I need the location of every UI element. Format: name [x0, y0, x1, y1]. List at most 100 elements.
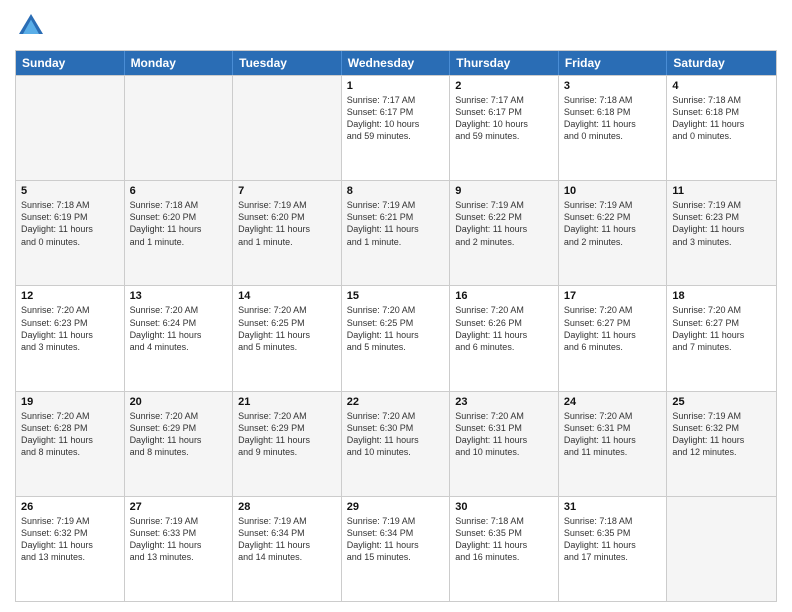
day-info: Sunrise: 7:20 AM Sunset: 6:27 PM Dayligh… — [564, 304, 662, 353]
day-info: Sunrise: 7:19 AM Sunset: 6:33 PM Dayligh… — [130, 515, 228, 564]
day-info: Sunrise: 7:20 AM Sunset: 6:31 PM Dayligh… — [564, 410, 662, 459]
calendar-day: 18Sunrise: 7:20 AM Sunset: 6:27 PM Dayli… — [667, 286, 776, 390]
day-number: 24 — [564, 396, 662, 408]
day-info: Sunrise: 7:19 AM Sunset: 6:34 PM Dayligh… — [238, 515, 336, 564]
day-info: Sunrise: 7:18 AM Sunset: 6:18 PM Dayligh… — [672, 94, 771, 143]
day-number: 7 — [238, 185, 336, 197]
day-number: 1 — [347, 80, 445, 92]
day-info: Sunrise: 7:19 AM Sunset: 6:23 PM Dayligh… — [672, 199, 771, 248]
calendar-day: 1 Sunrise: 7:17 AM Sunset: 6:17 PM Daylig… — [342, 76, 451, 180]
day-number: 26 — [21, 501, 119, 513]
weekday-header: Monday — [125, 51, 234, 75]
calendar-day-empty — [125, 76, 234, 180]
calendar-day: 24 Sunrise: 7:20 AM Sunset: 6:31 PM Dayli… — [559, 392, 668, 496]
day-number: 28 — [238, 501, 336, 513]
day-number: 29 — [347, 501, 445, 513]
day-number: 11 — [672, 185, 771, 197]
day-number: 13 — [130, 290, 228, 302]
calendar-day: 20Sunrise: 7:20 AM Sunset: 6:29 PM Dayli… — [125, 392, 234, 496]
calendar-day: 3 Sunrise: 7:18 AM Sunset: 6:18 PM Daylig… — [559, 76, 668, 180]
calendar-row: 19Sunrise: 7:20 AM Sunset: 6:28 PM Dayli… — [16, 391, 776, 496]
day-number: 30 — [455, 501, 553, 513]
day-info: Sunrise: 7:19 AM Sunset: 6:22 PM Dayligh… — [455, 199, 553, 248]
calendar-row: 1 Sunrise: 7:17 AM Sunset: 6:17 PM Daylig… — [16, 75, 776, 180]
weekday-header: Sunday — [16, 51, 125, 75]
day-number: 4 — [672, 80, 771, 92]
day-number: 27 — [130, 501, 228, 513]
calendar-day: 28 Sunrise: 7:19 AM Sunset: 6:34 PM Dayli… — [233, 497, 342, 601]
day-info: Sunrise: 7:18 AM Sunset: 6:18 PM Dayligh… — [564, 94, 662, 143]
day-info: Sunrise: 7:20 AM Sunset: 6:25 PM Dayligh… — [347, 304, 445, 353]
day-number: 17 — [564, 290, 662, 302]
day-number: 25 — [672, 396, 771, 408]
page: SundayMondayTuesdayWednesdayThursdayFrid… — [0, 0, 792, 612]
calendar-day: 14 Sunrise: 7:20 AM Sunset: 6:25 PM Dayli… — [233, 286, 342, 390]
day-info: Sunrise: 7:20 AM Sunset: 6:25 PM Dayligh… — [238, 304, 336, 353]
day-number: 5 — [21, 185, 119, 197]
day-number: 10 — [564, 185, 662, 197]
day-info: Sunrise: 7:19 AM Sunset: 6:21 PM Dayligh… — [347, 199, 445, 248]
calendar-day-empty — [233, 76, 342, 180]
day-number: 2 — [455, 80, 553, 92]
day-number: 21 — [238, 396, 336, 408]
day-info: Sunrise: 7:19 AM Sunset: 6:32 PM Dayligh… — [21, 515, 119, 564]
calendar-day: 30 Sunrise: 7:18 AM Sunset: 6:35 PM Dayli… — [450, 497, 559, 601]
day-info: Sunrise: 7:19 AM Sunset: 6:22 PM Dayligh… — [564, 199, 662, 248]
day-info: Sunrise: 7:20 AM Sunset: 6:29 PM Dayligh… — [238, 410, 336, 459]
calendar-day-empty — [16, 76, 125, 180]
weekday-header: Wednesday — [342, 51, 451, 75]
day-info: Sunrise: 7:20 AM Sunset: 6:31 PM Dayligh… — [455, 410, 553, 459]
calendar-header: SundayMondayTuesdayWednesdayThursdayFrid… — [16, 51, 776, 75]
day-info: Sunrise: 7:19 AM Sunset: 6:34 PM Dayligh… — [347, 515, 445, 564]
calendar-day: 15Sunrise: 7:20 AM Sunset: 6:25 PM Dayli… — [342, 286, 451, 390]
calendar-day: 12Sunrise: 7:20 AM Sunset: 6:23 PM Dayli… — [16, 286, 125, 390]
calendar-day: 23 Sunrise: 7:20 AM Sunset: 6:31 PM Dayli… — [450, 392, 559, 496]
calendar-row: 26 Sunrise: 7:19 AM Sunset: 6:32 PM Dayli… — [16, 496, 776, 601]
weekday-header: Thursday — [450, 51, 559, 75]
calendar-day: 7 Sunrise: 7:19 AM Sunset: 6:20 PM Daylig… — [233, 181, 342, 285]
calendar-day: 26 Sunrise: 7:19 AM Sunset: 6:32 PM Dayli… — [16, 497, 125, 601]
logo — [15, 10, 51, 42]
calendar-body: 1 Sunrise: 7:17 AM Sunset: 6:17 PM Daylig… — [16, 75, 776, 601]
calendar-day: 6 Sunrise: 7:18 AM Sunset: 6:20 PM Daylig… — [125, 181, 234, 285]
day-number: 22 — [347, 396, 445, 408]
day-info: Sunrise: 7:20 AM Sunset: 6:28 PM Dayligh… — [21, 410, 119, 459]
calendar-day: 8 Sunrise: 7:19 AM Sunset: 6:21 PM Daylig… — [342, 181, 451, 285]
calendar-row: 12Sunrise: 7:20 AM Sunset: 6:23 PM Dayli… — [16, 285, 776, 390]
calendar-row: 5 Sunrise: 7:18 AM Sunset: 6:19 PM Daylig… — [16, 180, 776, 285]
day-number: 23 — [455, 396, 553, 408]
calendar-day: 21 Sunrise: 7:20 AM Sunset: 6:29 PM Dayli… — [233, 392, 342, 496]
day-info: Sunrise: 7:19 AM Sunset: 6:32 PM Dayligh… — [672, 410, 771, 459]
calendar-day: 5 Sunrise: 7:18 AM Sunset: 6:19 PM Daylig… — [16, 181, 125, 285]
calendar-day: 16 Sunrise: 7:20 AM Sunset: 6:26 PM Dayli… — [450, 286, 559, 390]
day-info: Sunrise: 7:20 AM Sunset: 6:30 PM Dayligh… — [347, 410, 445, 459]
calendar-day: 17 Sunrise: 7:20 AM Sunset: 6:27 PM Dayli… — [559, 286, 668, 390]
calendar-day: 25 Sunrise: 7:19 AM Sunset: 6:32 PM Dayli… — [667, 392, 776, 496]
calendar-day: 31Sunrise: 7:18 AM Sunset: 6:35 PM Dayli… — [559, 497, 668, 601]
calendar-day: 22 Sunrise: 7:20 AM Sunset: 6:30 PM Dayli… — [342, 392, 451, 496]
calendar: SundayMondayTuesdayWednesdayThursdayFrid… — [15, 50, 777, 602]
day-info: Sunrise: 7:17 AM Sunset: 6:17 PM Dayligh… — [455, 94, 553, 143]
day-info: Sunrise: 7:20 AM Sunset: 6:23 PM Dayligh… — [21, 304, 119, 353]
day-info: Sunrise: 7:18 AM Sunset: 6:35 PM Dayligh… — [564, 515, 662, 564]
day-number: 8 — [347, 185, 445, 197]
day-info: Sunrise: 7:19 AM Sunset: 6:20 PM Dayligh… — [238, 199, 336, 248]
calendar-day: 29 Sunrise: 7:19 AM Sunset: 6:34 PM Dayli… — [342, 497, 451, 601]
day-number: 14 — [238, 290, 336, 302]
day-number: 3 — [564, 80, 662, 92]
day-info: Sunrise: 7:18 AM Sunset: 6:35 PM Dayligh… — [455, 515, 553, 564]
weekday-header: Friday — [559, 51, 668, 75]
calendar-day: 13Sunrise: 7:20 AM Sunset: 6:24 PM Dayli… — [125, 286, 234, 390]
day-info: Sunrise: 7:18 AM Sunset: 6:19 PM Dayligh… — [21, 199, 119, 248]
calendar-day: 9Sunrise: 7:19 AM Sunset: 6:22 PM Daylig… — [450, 181, 559, 285]
calendar-day: 4 Sunrise: 7:18 AM Sunset: 6:18 PM Daylig… — [667, 76, 776, 180]
day-number: 6 — [130, 185, 228, 197]
day-info: Sunrise: 7:18 AM Sunset: 6:20 PM Dayligh… — [130, 199, 228, 248]
calendar-day-empty — [667, 497, 776, 601]
day-info: Sunrise: 7:17 AM Sunset: 6:17 PM Dayligh… — [347, 94, 445, 143]
day-number: 16 — [455, 290, 553, 302]
day-info: Sunrise: 7:20 AM Sunset: 6:26 PM Dayligh… — [455, 304, 553, 353]
weekday-header: Tuesday — [233, 51, 342, 75]
calendar-day: 11 Sunrise: 7:19 AM Sunset: 6:23 PM Dayli… — [667, 181, 776, 285]
weekday-header: Saturday — [667, 51, 776, 75]
